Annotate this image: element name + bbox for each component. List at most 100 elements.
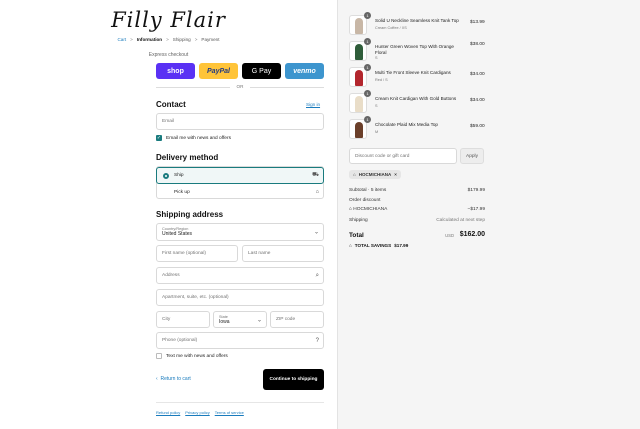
savings-value: $17.99 xyxy=(394,243,409,248)
quantity-badge: 1 xyxy=(364,12,371,19)
cart-item: 1 Cream Knit Cardigan With Gold Buttons … xyxy=(349,90,485,113)
product-price: $38.00 xyxy=(470,42,485,47)
last-name-placeholder: Last name xyxy=(248,251,271,256)
order-discount-row: Order discount xyxy=(349,198,485,203)
product-price: $13.99 xyxy=(470,20,485,25)
total-row: Total USD $162.00 xyxy=(349,231,485,239)
chevron-down-icon: ⌄ xyxy=(256,317,262,323)
phone-field[interactable]: Phone (optional) ? xyxy=(156,332,324,349)
continue-to-shipping-button[interactable]: Continue to shipping xyxy=(263,369,324,390)
express-checkout-label: Express checkout xyxy=(148,52,189,58)
currency-code: USD xyxy=(445,233,454,238)
state-select[interactable]: State Iowa ⌄ xyxy=(213,311,267,328)
help-icon[interactable]: ? xyxy=(316,338,319,344)
country-select[interactable]: Country/Region United States ⌄ xyxy=(156,223,324,241)
email-field[interactable]: Email xyxy=(156,113,324,130)
applied-code: HOCMICHIANA xyxy=(358,172,392,177)
first-name-field[interactable]: First name (optional) xyxy=(156,245,238,262)
tag-icon: ⌂ xyxy=(349,243,352,248)
breadcrumb: Cart > Information > Shipping > Payment xyxy=(0,37,337,42)
product-variant: Red / S xyxy=(375,78,388,82)
product-name: Hunter Green Woven Top With Orange Flora… xyxy=(375,44,454,55)
state-value: Iowa xyxy=(219,318,230,325)
policy-links: Refund policy Privacy policy Terms of se… xyxy=(156,410,244,415)
text-news-checkbox-row[interactable]: Text me with news and offers xyxy=(156,353,228,359)
breadcrumb-separator: > xyxy=(166,37,169,42)
cart-item: 1 Chocolate Plaid Mix Media Top M xyxy=(349,116,485,139)
product-name: Solid U Neckline Seamless Knit Tank Top xyxy=(375,18,459,23)
chevron-left-icon: ‹ xyxy=(156,376,158,382)
apartment-field[interactable]: Apartment, suite, etc. (optional) xyxy=(156,289,324,306)
terms-of-service-link[interactable]: Terms of service xyxy=(215,410,244,415)
shop-pay-button[interactable]: shop xyxy=(156,63,195,79)
city-field[interactable]: City xyxy=(156,311,210,328)
delivery-option-pickup[interactable]: Pick up ⌂ xyxy=(157,184,323,200)
subtotal-label: Subtotal · 5 items xyxy=(349,188,387,193)
order-discount-label: Order discount xyxy=(349,198,381,203)
product-variant: S xyxy=(375,56,378,60)
phone-placeholder: Phone (optional) xyxy=(162,338,198,343)
subtotal-row: Subtotal · 5 items $179.99 xyxy=(349,188,485,193)
discount-code-row: ⌂ HOCMICHIANA −$17.99 xyxy=(349,207,485,212)
savings-label: TOTAL SAVINGS xyxy=(354,243,392,248)
search-icon: ⌕ xyxy=(315,272,319,278)
cart-item: 1 Multi Tie Front Sleeve Knit Cardigans … xyxy=(349,64,485,87)
discount-code-input[interactable]: Discount code or gift card xyxy=(349,148,457,164)
pickup-label: Pick up xyxy=(174,189,190,195)
zip-placeholder: ZIP code xyxy=(276,317,296,322)
shipping-address-heading: Shipping address xyxy=(156,210,224,219)
store-logo[interactable]: Filly Flair xyxy=(0,8,337,32)
quantity-badge: 1 xyxy=(364,116,371,123)
first-name-placeholder: First name (optional) xyxy=(162,251,206,256)
remove-discount-icon[interactable]: × xyxy=(394,172,397,177)
breadcrumb-separator: > xyxy=(194,37,198,42)
delivery-method-group: Ship ⛟ Pick up ⌂ xyxy=(156,166,324,199)
paypal-button[interactable]: PayPal xyxy=(199,63,238,79)
ship-radio[interactable] xyxy=(163,172,169,179)
tag-icon: ⌂ xyxy=(349,207,352,212)
product-variant: M xyxy=(375,130,379,134)
email-news-checkbox[interactable]: ✓ xyxy=(156,135,162,141)
footer-divider xyxy=(156,402,324,403)
address-field[interactable]: Address ⌕ xyxy=(156,267,324,284)
breadcrumb-separator: > xyxy=(130,37,133,42)
discount-code-label: HOCMICHIANA xyxy=(353,207,388,212)
breadcrumb-payment: Payment xyxy=(201,37,220,42)
country-value: United States xyxy=(162,231,193,237)
zip-field[interactable]: ZIP code xyxy=(270,311,324,328)
tag-icon: ⌂ xyxy=(353,172,356,177)
subtotal-value: $179.99 xyxy=(467,188,485,193)
product-name: Chocolate Plaid Mix Media Top xyxy=(375,122,438,127)
delivery-option-ship[interactable]: Ship ⛟ xyxy=(156,167,324,184)
product-price: $34.00 xyxy=(470,98,485,103)
last-name-field[interactable]: Last name xyxy=(242,245,324,262)
breadcrumb-cart[interactable]: Cart xyxy=(117,37,126,42)
product-figure xyxy=(355,18,363,34)
product-name: Cream Knit Cardigan With Gold Buttons xyxy=(375,96,457,101)
return-to-cart-link[interactable]: ‹ Return to cart xyxy=(156,376,191,382)
cart-item: 1 Solid U Neckline Seamless Knit Tank To… xyxy=(349,12,485,35)
truck-icon: ⛟ xyxy=(312,172,319,178)
text-news-label: Text me with news and offers xyxy=(166,353,228,359)
quantity-badge: 1 xyxy=(364,38,371,45)
apply-discount-button[interactable]: Apply xyxy=(460,148,484,164)
email-news-checkbox-row[interactable]: ✓ Email me with news and offers xyxy=(156,135,231,141)
google-pay-button[interactable]: G Pay xyxy=(242,63,281,79)
store-icon: ⌂ xyxy=(315,189,319,195)
breadcrumb-information: Information xyxy=(136,37,163,42)
total-savings: ⌂ TOTAL SAVINGS $17.99 xyxy=(349,243,408,248)
product-name: Multi Tie Front Sleeve Knit Cardigans xyxy=(375,70,451,75)
email-news-label: Email me with news and offers xyxy=(166,135,231,141)
quantity-badge: 1 xyxy=(364,90,371,97)
address-placeholder: Address xyxy=(162,273,180,278)
return-to-cart-label: Return to cart xyxy=(160,376,191,382)
sign-in-link[interactable]: Sign in xyxy=(306,102,320,107)
shipping-label: Shipping xyxy=(349,218,368,223)
shipping-row: Shipping Calculated at next step xyxy=(349,218,485,223)
pickup-radio[interactable] xyxy=(163,189,169,195)
text-news-checkbox[interactable] xyxy=(156,353,162,359)
privacy-policy-link[interactable]: Privacy policy xyxy=(185,410,209,415)
cart-item: 1 Hunter Green Woven Top With Orange Flo… xyxy=(349,38,485,61)
venmo-button[interactable]: venmo xyxy=(285,63,324,79)
refund-policy-link[interactable]: Refund policy xyxy=(156,410,180,415)
